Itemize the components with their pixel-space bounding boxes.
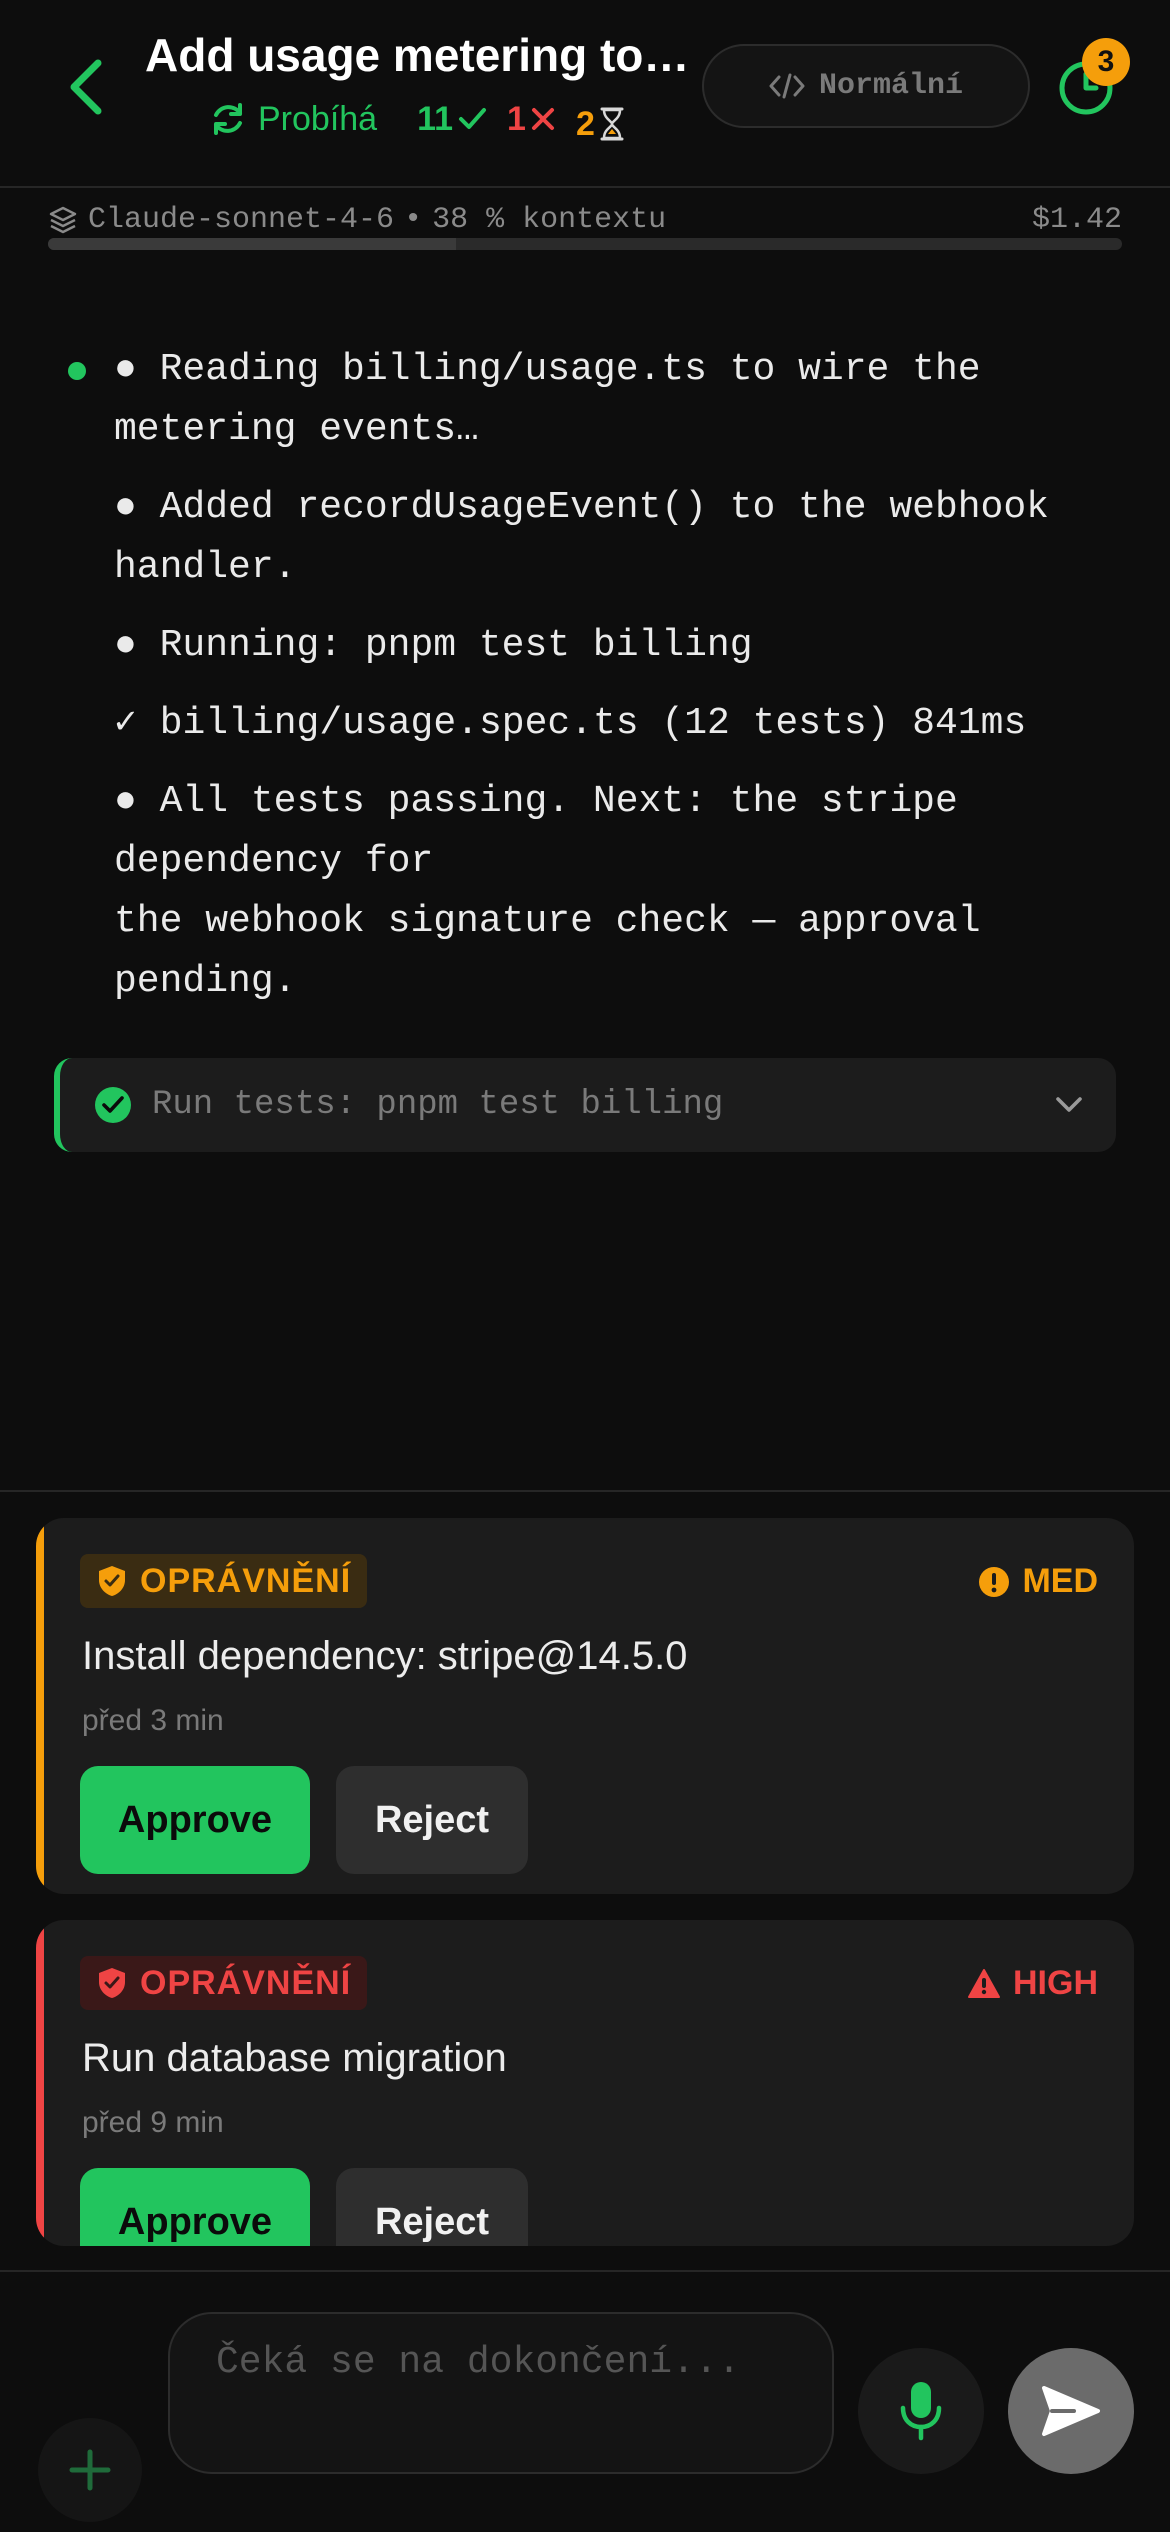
mode-selector-button[interactable]: Normální [702, 44, 1030, 128]
chevron-down-icon [1056, 1097, 1082, 1112]
run-status-label: Probíhá [258, 99, 378, 138]
log-line: ✓ billing/usage.spec.ts (12 tests) 841ms [70, 694, 1100, 754]
send-icon [1042, 2386, 1100, 2436]
log-marker: ● [114, 486, 137, 529]
check-circle-icon [95, 1087, 131, 1123]
risk-level-label: MED [1022, 1562, 1098, 1600]
alert-circle-icon [979, 1566, 1010, 1597]
fail-count-value: 1 [507, 99, 526, 138]
log-marker: ● [114, 624, 137, 667]
context-progress-fill [48, 238, 457, 250]
permission-tag-label: OPRÁVNĚNÍ [140, 1963, 352, 2002]
shield-icon [99, 1566, 125, 1596]
layers-icon [49, 206, 77, 234]
run-status: Probíhá [208, 99, 377, 139]
check-icon [459, 108, 487, 129]
history-badge: 3 [1082, 38, 1130, 86]
permission-title: Install dependency: stripe@14.5.0 [82, 1634, 688, 1678]
permission-tag: OPRÁVNĚNÍ [80, 1554, 368, 1608]
composer-bar: Čeká se na dokončení... [0, 2270, 1170, 2532]
log-line: ● Added recordUsageEvent() to the webhoo… [70, 478, 1100, 598]
fail-count: 1 [507, 100, 556, 139]
mic-icon [900, 2382, 942, 2441]
message-input[interactable]: Čeká se na dokončení... [168, 2312, 834, 2474]
reject-button[interactable]: Reject [336, 2168, 528, 2246]
log-marker: ● [114, 348, 137, 391]
permission-title: Run database migration [82, 2036, 507, 2080]
model-separator: • [404, 203, 423, 237]
tool-call-label: Run tests: pnpm test billing [152, 1086, 724, 1124]
back-button[interactable] [56, 52, 116, 122]
log-text: Reading billing/usage.ts to wire the met… [114, 348, 1004, 451]
reject-button[interactable]: Reject [336, 1766, 528, 1874]
plus-icon [69, 2449, 111, 2491]
mode-label: Normální [818, 69, 964, 103]
permission-card: OPRÁVNĚNÍ HIGH Run database migration př… [36, 1920, 1134, 2246]
pass-count: 11 [417, 100, 487, 139]
risk-level-label: HIGH [1013, 1964, 1098, 2002]
permission-time: před 9 min [82, 2106, 224, 2139]
close-icon [531, 108, 554, 130]
model-name: Claude-sonnet-4-6 [88, 203, 395, 237]
attach-button[interactable] [38, 2418, 142, 2522]
card-accent [36, 1518, 44, 1894]
log-line: ● Running: pnpm test billing [70, 616, 1100, 676]
code-icon [769, 73, 805, 99]
status-row: Probíhá 11 1 2 [208, 94, 625, 144]
hourglass-icon [600, 107, 624, 141]
log-text: All tests passing. Next: the stripe depe… [114, 780, 981, 1003]
log-line: ● All tests passing. Next: the stripe de… [70, 772, 1100, 1012]
refresh-icon [214, 103, 242, 135]
log-line: ● Reading billing/usage.ts to wire the m… [70, 340, 1100, 460]
tool-call-card[interactable]: Run tests: pnpm test billing [54, 1058, 1116, 1152]
top-bar: Add usage metering to… Probíhá 11 1 2 No… [0, 0, 1170, 188]
context-progress-bar [48, 238, 1122, 250]
pending-count: 2 [576, 105, 625, 144]
log-text: billing/usage.spec.ts (12 tests) 841ms [159, 702, 1027, 745]
permission-tag: OPRÁVNĚNÍ [80, 1956, 368, 2010]
warning-triangle-icon [968, 1968, 1000, 1998]
risk-level: HIGH [967, 1964, 1098, 2003]
session-cost: $1.42 [1031, 203, 1122, 237]
approve-button[interactable]: Approve [80, 1766, 310, 1874]
voice-button[interactable] [858, 2348, 984, 2474]
log-text: Running: pnpm test billing [159, 624, 753, 667]
divider [0, 1490, 1170, 1492]
activity-log: ● Reading billing/usage.ts to wire the m… [70, 340, 1100, 1030]
log-marker: ● [114, 780, 137, 823]
log-marker: ✓ [114, 702, 137, 745]
permission-time: před 3 min [82, 1704, 224, 1737]
session-title: Add usage metering to… [145, 29, 690, 81]
pass-count-value: 11 [417, 99, 454, 138]
context-usage: 38 % kontextu [432, 203, 667, 237]
card-accent [36, 1920, 44, 2246]
pending-count-value: 2 [575, 104, 595, 143]
permission-card: OPRÁVNĚNÍ MED Install dependency: stripe… [36, 1518, 1134, 1894]
approve-button[interactable]: Approve [80, 2168, 310, 2246]
permission-tag-label: OPRÁVNĚNÍ [140, 1561, 352, 1600]
risk-level: MED [978, 1562, 1098, 1601]
chevron-left-icon [70, 59, 102, 115]
log-text: Added recordUsageEvent() to the webhook … [114, 486, 1072, 589]
send-button[interactable] [1008, 2348, 1134, 2474]
shield-icon [99, 1968, 125, 1998]
